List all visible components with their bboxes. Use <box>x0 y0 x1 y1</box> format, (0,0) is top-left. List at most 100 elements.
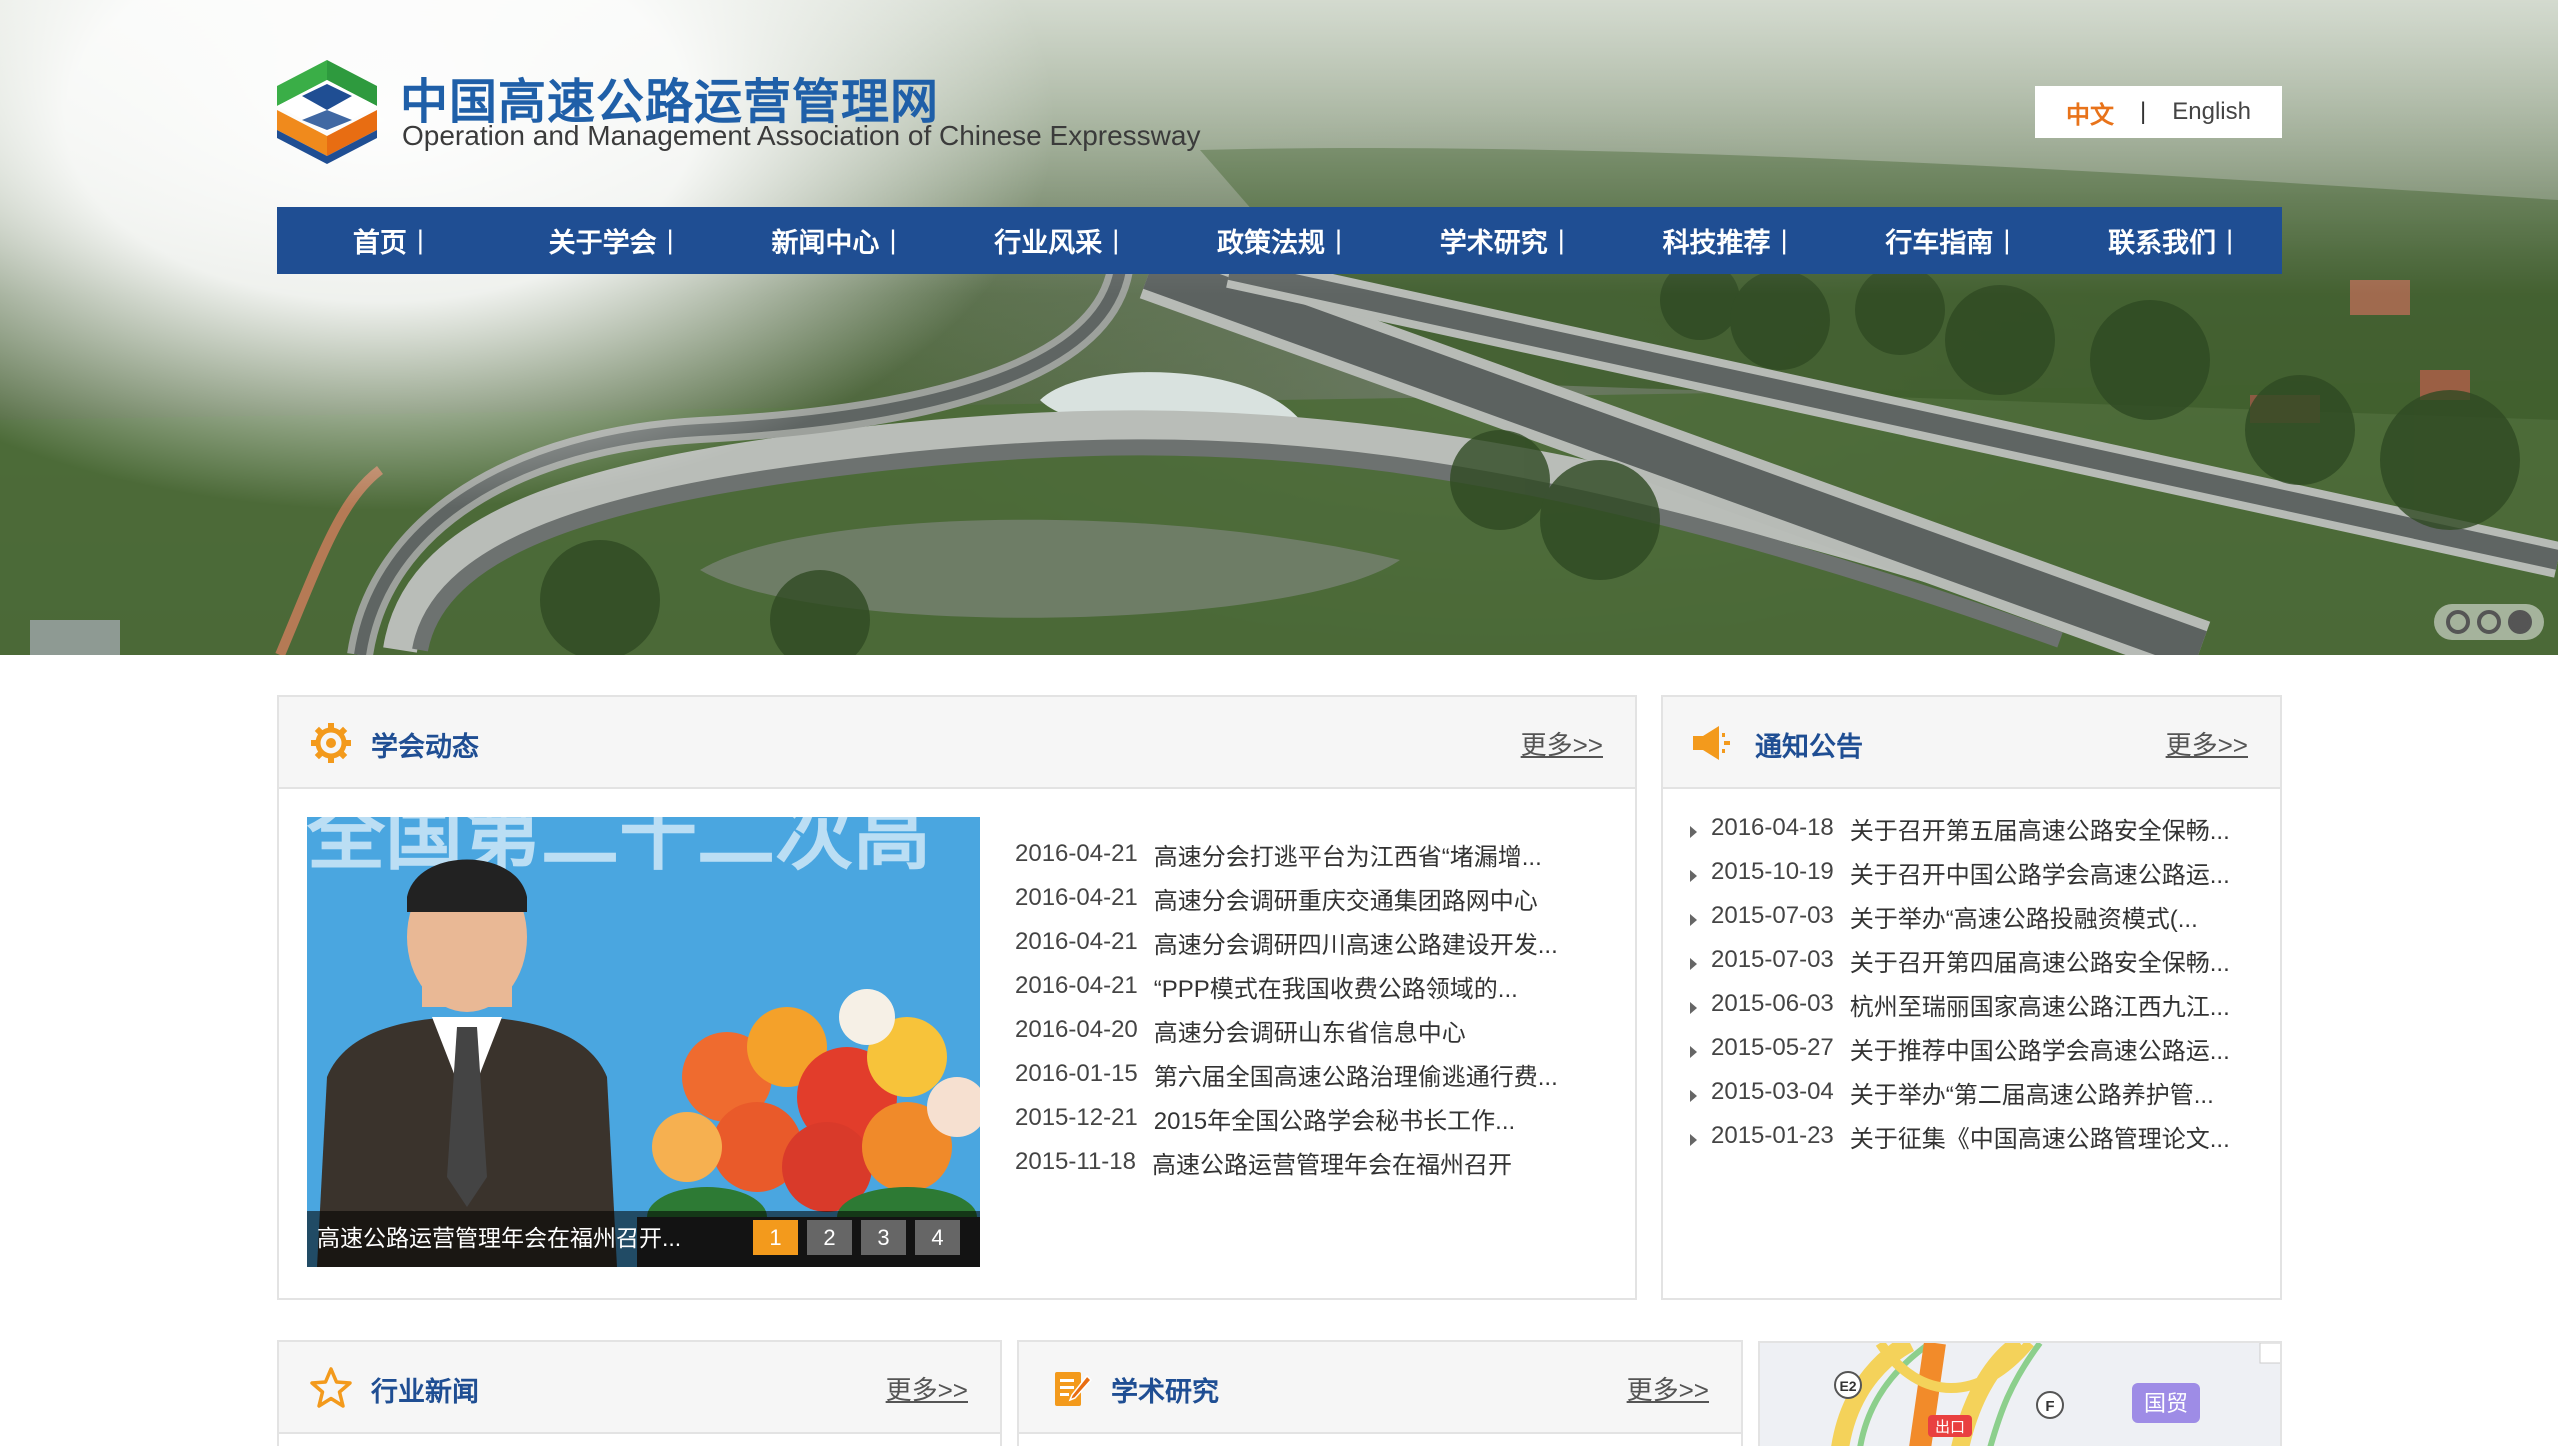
item-title: 高速分会打逃平台为江西省“堵漏增... <box>1153 843 1542 871</box>
nav-item-label: 行车指南 <box>1885 228 1994 258</box>
item-date: 2015-10-19 <box>1711 858 1834 885</box>
list-item[interactable]: 2015-07-03 关于举办“高速公路投融资模式(... <box>1690 894 2230 938</box>
bullet-arrow-icon <box>1690 870 1697 882</box>
notice-list: 2016-04-18 关于召开第五届高速公路安全保畅... 2015-10-19 关… <box>1690 806 2230 1158</box>
list-item[interactable]: 2015-03-04 关于举办“第二届高速公路养护管... <box>1690 1070 2230 1114</box>
list-item[interactable]: 2016-04-21 高速分会打逃平台为江西省“堵漏增... <box>1015 832 1558 876</box>
item-date: 2015-07-03 <box>1711 946 1834 973</box>
more-link[interactable]: 更多>> <box>2166 725 2248 762</box>
slider-page-button[interactable]: 1 <box>753 1220 798 1255</box>
item-date: 2015-03-04 <box>1711 1078 1834 1105</box>
nav-item-tech[interactable]: 科技推荐 | <box>1614 207 1837 274</box>
nav-separator: | <box>1780 225 1788 255</box>
nav-item-about[interactable]: 关于学会 | <box>500 207 723 274</box>
list-item[interactable]: 2015-12-21 2015年全国公路学会秘书长工作... <box>1015 1096 1558 1140</box>
list-item[interactable]: 2015-05-27 关于推荐中国公路学会高速公路运... <box>1690 1026 2230 1070</box>
item-date: 2015-12-21 <box>1015 1104 1138 1131</box>
nav-separator: | <box>2226 225 2234 255</box>
item-title: 2015年全国公路学会秘书长工作... <box>1153 1107 1516 1135</box>
list-item[interactable]: 2015-06-03 杭州至瑞丽国家高速公路江西九江... <box>1690 982 2230 1026</box>
item-title: 第六届全国高速公路治理偷逃通行费... <box>1153 1063 1558 1091</box>
item-title: 关于举办“第二届高速公路养护管... <box>1849 1081 2214 1109</box>
lang-chinese-link[interactable]: 中文 <box>2066 95 2114 130</box>
list-item[interactable]: 2015-01-23 关于征集《中国高速公路管理论文... <box>1690 1114 2230 1158</box>
language-switcher: 中文 | English <box>2035 86 2282 138</box>
photo-slider[interactable]: 全国第二十二次高 高速公路运营管理年会在福州召开... 1 2 3 4 <box>307 817 980 1267</box>
slider-page-button[interactable]: 2 <box>807 1220 852 1255</box>
nav-item-policy[interactable]: 政策法规 | <box>1168 207 1391 274</box>
nav-item-driving-guide[interactable]: 行车指南 | <box>1836 207 2059 274</box>
nav-item-label: 首页 <box>352 228 407 258</box>
list-item[interactable]: 2016-04-21 高速分会调研重庆交通集团路网中心 <box>1015 876 1558 920</box>
bullet-arrow-icon <box>1690 1046 1697 1058</box>
map-label: 国贸 <box>2144 1392 2188 1417</box>
nav-item-news-center[interactable]: 新闻中心 | <box>723 207 946 274</box>
item-title: 关于举办“高速公路投融资模式(... <box>1849 905 2198 933</box>
nav-item-contact[interactable]: 联系我们 | <box>2059 207 2282 274</box>
nav-separator: | <box>1335 225 1343 255</box>
more-link[interactable]: 更多>> <box>1521 725 1603 762</box>
star-icon <box>310 1367 352 1408</box>
item-date: 2016-01-15 <box>1015 1060 1138 1087</box>
nav-item-home[interactable]: 首页 | <box>277 207 500 274</box>
item-title: 关于征集《中国高速公路管理论文... <box>1849 1125 2230 1153</box>
academic-research-panel: 学术研究 更多>> <box>1017 1340 1743 1446</box>
item-date: 2016-04-21 <box>1015 972 1138 999</box>
bullet-arrow-icon <box>1690 914 1697 926</box>
nav-item-label: 学术研究 <box>1439 228 1548 258</box>
more-link[interactable]: 更多>> <box>1627 1370 1709 1407</box>
nav-separator: | <box>1112 225 1120 255</box>
nav-item-research[interactable]: 学术研究 | <box>1391 207 1614 274</box>
lang-separator: | <box>2140 98 2147 125</box>
item-title: “PPP模式在我国收费公路领域的... <box>1153 975 1518 1003</box>
banner-dot[interactable] <box>2477 610 2501 634</box>
list-item[interactable]: 2016-04-20 高速分会调研山东省信息中心 <box>1015 1008 1558 1052</box>
nav-separator: | <box>2003 225 2011 255</box>
item-date: 2016-04-21 <box>1015 884 1138 911</box>
gear-icon <box>311 723 351 763</box>
item-date: 2015-11-18 <box>1015 1148 1136 1175</box>
list-item[interactable]: 2016-04-18 关于召开第五届高速公路安全保畅... <box>1690 806 2230 850</box>
photo-banner-text: 全国第二十二次高 <box>307 817 931 879</box>
map-widget[interactable]: E2 F 出口 国贸 <box>1758 1341 2282 1446</box>
list-item[interactable]: 2015-11-18 高速公路运营管理年会在福州召开 <box>1015 1140 1558 1184</box>
map-image: E2 F 出口 国贸 <box>1760 1343 2280 1446</box>
speaker-photo: 全国第二十二次高 <box>307 817 980 1267</box>
item-title: 关于召开第四届高速公路安全保畅... <box>1849 949 2230 977</box>
slider-page-button[interactable]: 3 <box>861 1220 906 1255</box>
list-item[interactable]: 2016-04-21 高速分会调研四川高速公路建设开发... <box>1015 920 1558 964</box>
list-item[interactable]: 2016-04-21 “PPP模式在我国收费公路领域的... <box>1015 964 1558 1008</box>
nav-item-industry[interactable]: 行业风采 | <box>945 207 1168 274</box>
bullet-arrow-icon <box>1690 1134 1697 1146</box>
panel-title: 通知公告 <box>1755 732 1863 762</box>
slider-pager: 1 2 3 4 <box>753 1220 960 1255</box>
nav-item-label: 联系我们 <box>2108 228 2217 258</box>
item-date: 2016-04-20 <box>1015 1016 1138 1043</box>
page: 中国高速公路运营管理网 Operation and Management Ass… <box>0 0 2558 1446</box>
nav-item-label: 政策法规 <box>1217 228 1325 258</box>
item-date: 2015-05-27 <box>1711 1034 1834 1061</box>
nav-item-label: 科技推荐 <box>1662 228 1771 258</box>
item-date: 2015-01-23 <box>1711 1122 1834 1149</box>
item-date: 2016-04-21 <box>1015 928 1138 955</box>
more-link[interactable]: 更多>> <box>886 1370 968 1407</box>
lang-english-link[interactable]: English <box>2172 98 2251 126</box>
list-item[interactable]: 2015-07-03 关于召开第四届高速公路安全保畅... <box>1690 938 2230 982</box>
site-logo-icon <box>277 60 377 164</box>
item-title: 杭州至瑞丽国家高速公路江西九江... <box>1849 993 2230 1021</box>
banner-dot[interactable] <box>2446 610 2470 634</box>
map-label: E2 <box>1839 1378 1856 1394</box>
banner-dot-active[interactable] <box>2508 610 2532 634</box>
hero-banner[interactable]: 中国高速公路运营管理网 Operation and Management Ass… <box>0 0 2558 655</box>
item-title: 高速公路运营管理年会在福州召开 <box>1151 1151 1512 1179</box>
item-title: 关于召开第五届高速公路安全保畅... <box>1849 817 2230 845</box>
industry-news-panel: 行业新闻 更多>> <box>277 1340 1002 1446</box>
slider-caption[interactable]: 高速公路运营管理年会在福州召开... <box>317 1219 681 1253</box>
site-subtitle: Operation and Management Association of … <box>402 120 1201 151</box>
bullet-arrow-icon <box>1690 826 1697 838</box>
bullet-arrow-icon <box>1690 1002 1697 1014</box>
list-item[interactable]: 2016-01-15 第六届全国高速公路治理偷逃通行费... <box>1015 1052 1558 1096</box>
list-item[interactable]: 2015-10-19 关于召开中国公路学会高速公路运... <box>1690 850 2230 894</box>
nav-separator: | <box>416 225 424 255</box>
slider-page-button[interactable]: 4 <box>915 1220 960 1255</box>
